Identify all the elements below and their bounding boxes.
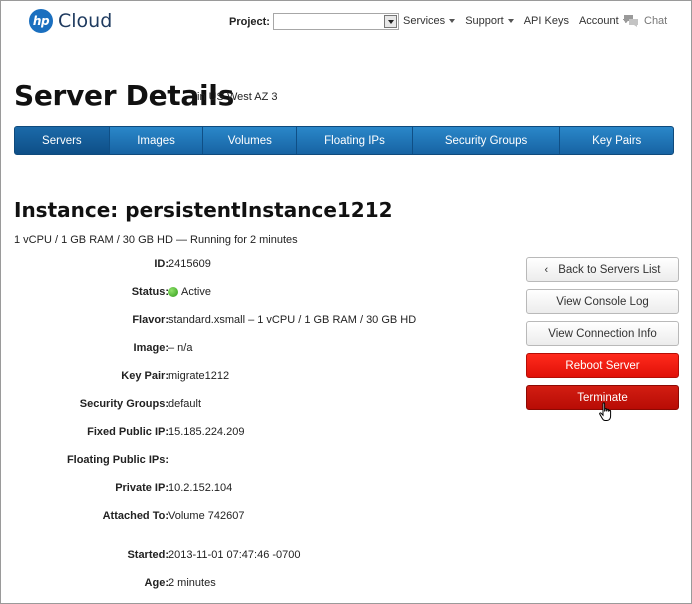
tab-volumes[interactable]: Volumes [203, 127, 298, 154]
detail-value: standard.xsmall – 1 vCPU / 1 GB RAM / 30… [168, 314, 416, 326]
detail-row-security-groups: Security Groups: default [1, 398, 501, 414]
hp-logo-mark: hp [29, 9, 53, 33]
attached-to-value: Volume 742607 [168, 510, 245, 522]
detail-label: Attached To: [102, 510, 169, 522]
detail-value: 2415609 [168, 258, 211, 270]
main-tabs: Servers Images Volumes Floating IPs Secu… [14, 126, 674, 155]
nav-api-keys-label: API Keys [523, 15, 569, 27]
detail-value: 2013-11-01 07:47:46 -0700 [168, 549, 301, 561]
view-connection-info-button[interactable]: View Connection Info [526, 321, 679, 346]
image-value: – n/a [168, 342, 193, 354]
detail-row-id: ID: 2415609 [1, 258, 501, 274]
flavor-value: standard.xsmall – 1 vCPU / 1 GB RAM / 30… [168, 314, 417, 326]
detail-value: 15.185.224.209 [168, 426, 244, 438]
view-console-log-button[interactable]: View Console Log [526, 289, 679, 314]
instance-summary: 1 vCPU / 1 GB RAM / 30 GB HD — Running f… [14, 234, 298, 246]
detail-value: – n/a [168, 342, 192, 354]
project-label: Project: [229, 15, 270, 28]
security-groups-value: default [168, 398, 202, 410]
detail-value: 2 minutes [168, 577, 216, 589]
top-nav: Services Support API Keys Account [403, 15, 639, 27]
detail-label: Key Pair: [121, 370, 169, 382]
detail-label: Status: [131, 286, 169, 298]
age-value: 2 minutes [168, 577, 216, 589]
tab-key-pairs[interactable]: Key Pairs [560, 127, 673, 154]
chat-label: Chat [644, 15, 668, 27]
detail-row-image: Image: – n/a [1, 342, 501, 358]
detail-row-started: Started: 2013-11-01 07:47:46 -0700 [1, 549, 501, 565]
nav-api-keys[interactable]: API Keys [524, 15, 569, 27]
chat-link[interactable]: Chat [623, 14, 667, 28]
detail-row-fixed-public-ip: Fixed Public IP: 15.185.224.209 [1, 426, 501, 442]
nav-services-label: Services [403, 15, 446, 27]
detail-label: Security Groups: [79, 398, 169, 410]
logo-text: Cloud [58, 10, 113, 32]
nav-services[interactable]: Services [403, 15, 456, 27]
chevron-left-icon: ‹ [544, 263, 549, 276]
caret-down-icon [449, 19, 456, 23]
chat-bubbles-icon [624, 15, 638, 27]
detail-value: Active [168, 286, 211, 298]
project-select[interactable] [272, 13, 399, 30]
detail-row-status: Status: Active [1, 286, 501, 302]
caret-down-icon [507, 19, 514, 23]
detail-row-key-pair: Key Pair: migrate1212 [1, 370, 501, 386]
top-bar: hp Cloud Project: Services Support API K… [1, 1, 691, 45]
detail-row-private-ip: Private IP: 10.2.152.104 [1, 482, 501, 498]
status-active-icon [168, 287, 178, 297]
key-pair-value: migrate1212 [168, 370, 230, 382]
detail-row-attached-to: Attached To: Volume 742607 [1, 510, 501, 526]
back-to-servers-button[interactable]: ‹ Back to Servers List [526, 257, 679, 282]
private-ip-value: 10.2.152.104 [168, 482, 233, 494]
tab-servers[interactable]: Servers [15, 127, 110, 154]
reboot-server-button[interactable]: Reboot Server [526, 353, 679, 378]
detail-value: Volume 742607 [168, 510, 244, 522]
nav-account[interactable]: Account [579, 15, 629, 27]
project-selector: Project: [229, 13, 399, 30]
detail-row-floating-public-ips: Floating Public IPs: [1, 454, 501, 470]
hp-cloud-logo[interactable]: hp Cloud [29, 9, 112, 33]
started-value: 2013-11-01 07:47:46 -0700 [168, 549, 301, 561]
detail-label: Flavor: [132, 314, 169, 326]
nav-support[interactable]: Support [465, 15, 514, 27]
region-label: in US West AZ 3 [197, 91, 278, 103]
detail-value: 10.2.152.104 [168, 482, 232, 494]
detail-label: Fixed Public IP: [87, 426, 169, 438]
hand-cursor-icon [599, 402, 612, 421]
detail-label: Private IP: [115, 482, 169, 494]
detail-label: Age: [144, 577, 169, 589]
tab-floating-ips[interactable]: Floating IPs [297, 127, 413, 154]
back-button-label: Back to Servers List [558, 263, 661, 276]
app-window: hp Cloud Project: Services Support API K… [0, 0, 692, 604]
detail-label: Floating Public IPs: [66, 454, 169, 466]
nav-account-label: Account [578, 15, 619, 27]
detail-row-flavor: Flavor: standard.xsmall – 1 vCPU / 1 GB … [1, 314, 501, 330]
detail-value: migrate1212 [168, 370, 229, 382]
detail-label: Image: [133, 342, 169, 354]
detail-label: ID: [154, 258, 169, 270]
detail-row-age: Age: 2 minutes [1, 577, 501, 593]
status-value: Active [181, 286, 211, 298]
tab-images[interactable]: Images [110, 127, 204, 154]
detail-label: Started: [127, 549, 169, 561]
tab-security-groups[interactable]: Security Groups [413, 127, 561, 154]
nav-support-label: Support [465, 15, 504, 27]
id-value: 2415609 [168, 258, 211, 270]
instance-title: Instance: persistentInstance1212 [14, 198, 393, 222]
detail-value: default [168, 398, 201, 410]
fixed-public-ip-value: 15.185.224.209 [168, 426, 245, 438]
dropdown-arrow-icon[interactable] [383, 15, 397, 28]
